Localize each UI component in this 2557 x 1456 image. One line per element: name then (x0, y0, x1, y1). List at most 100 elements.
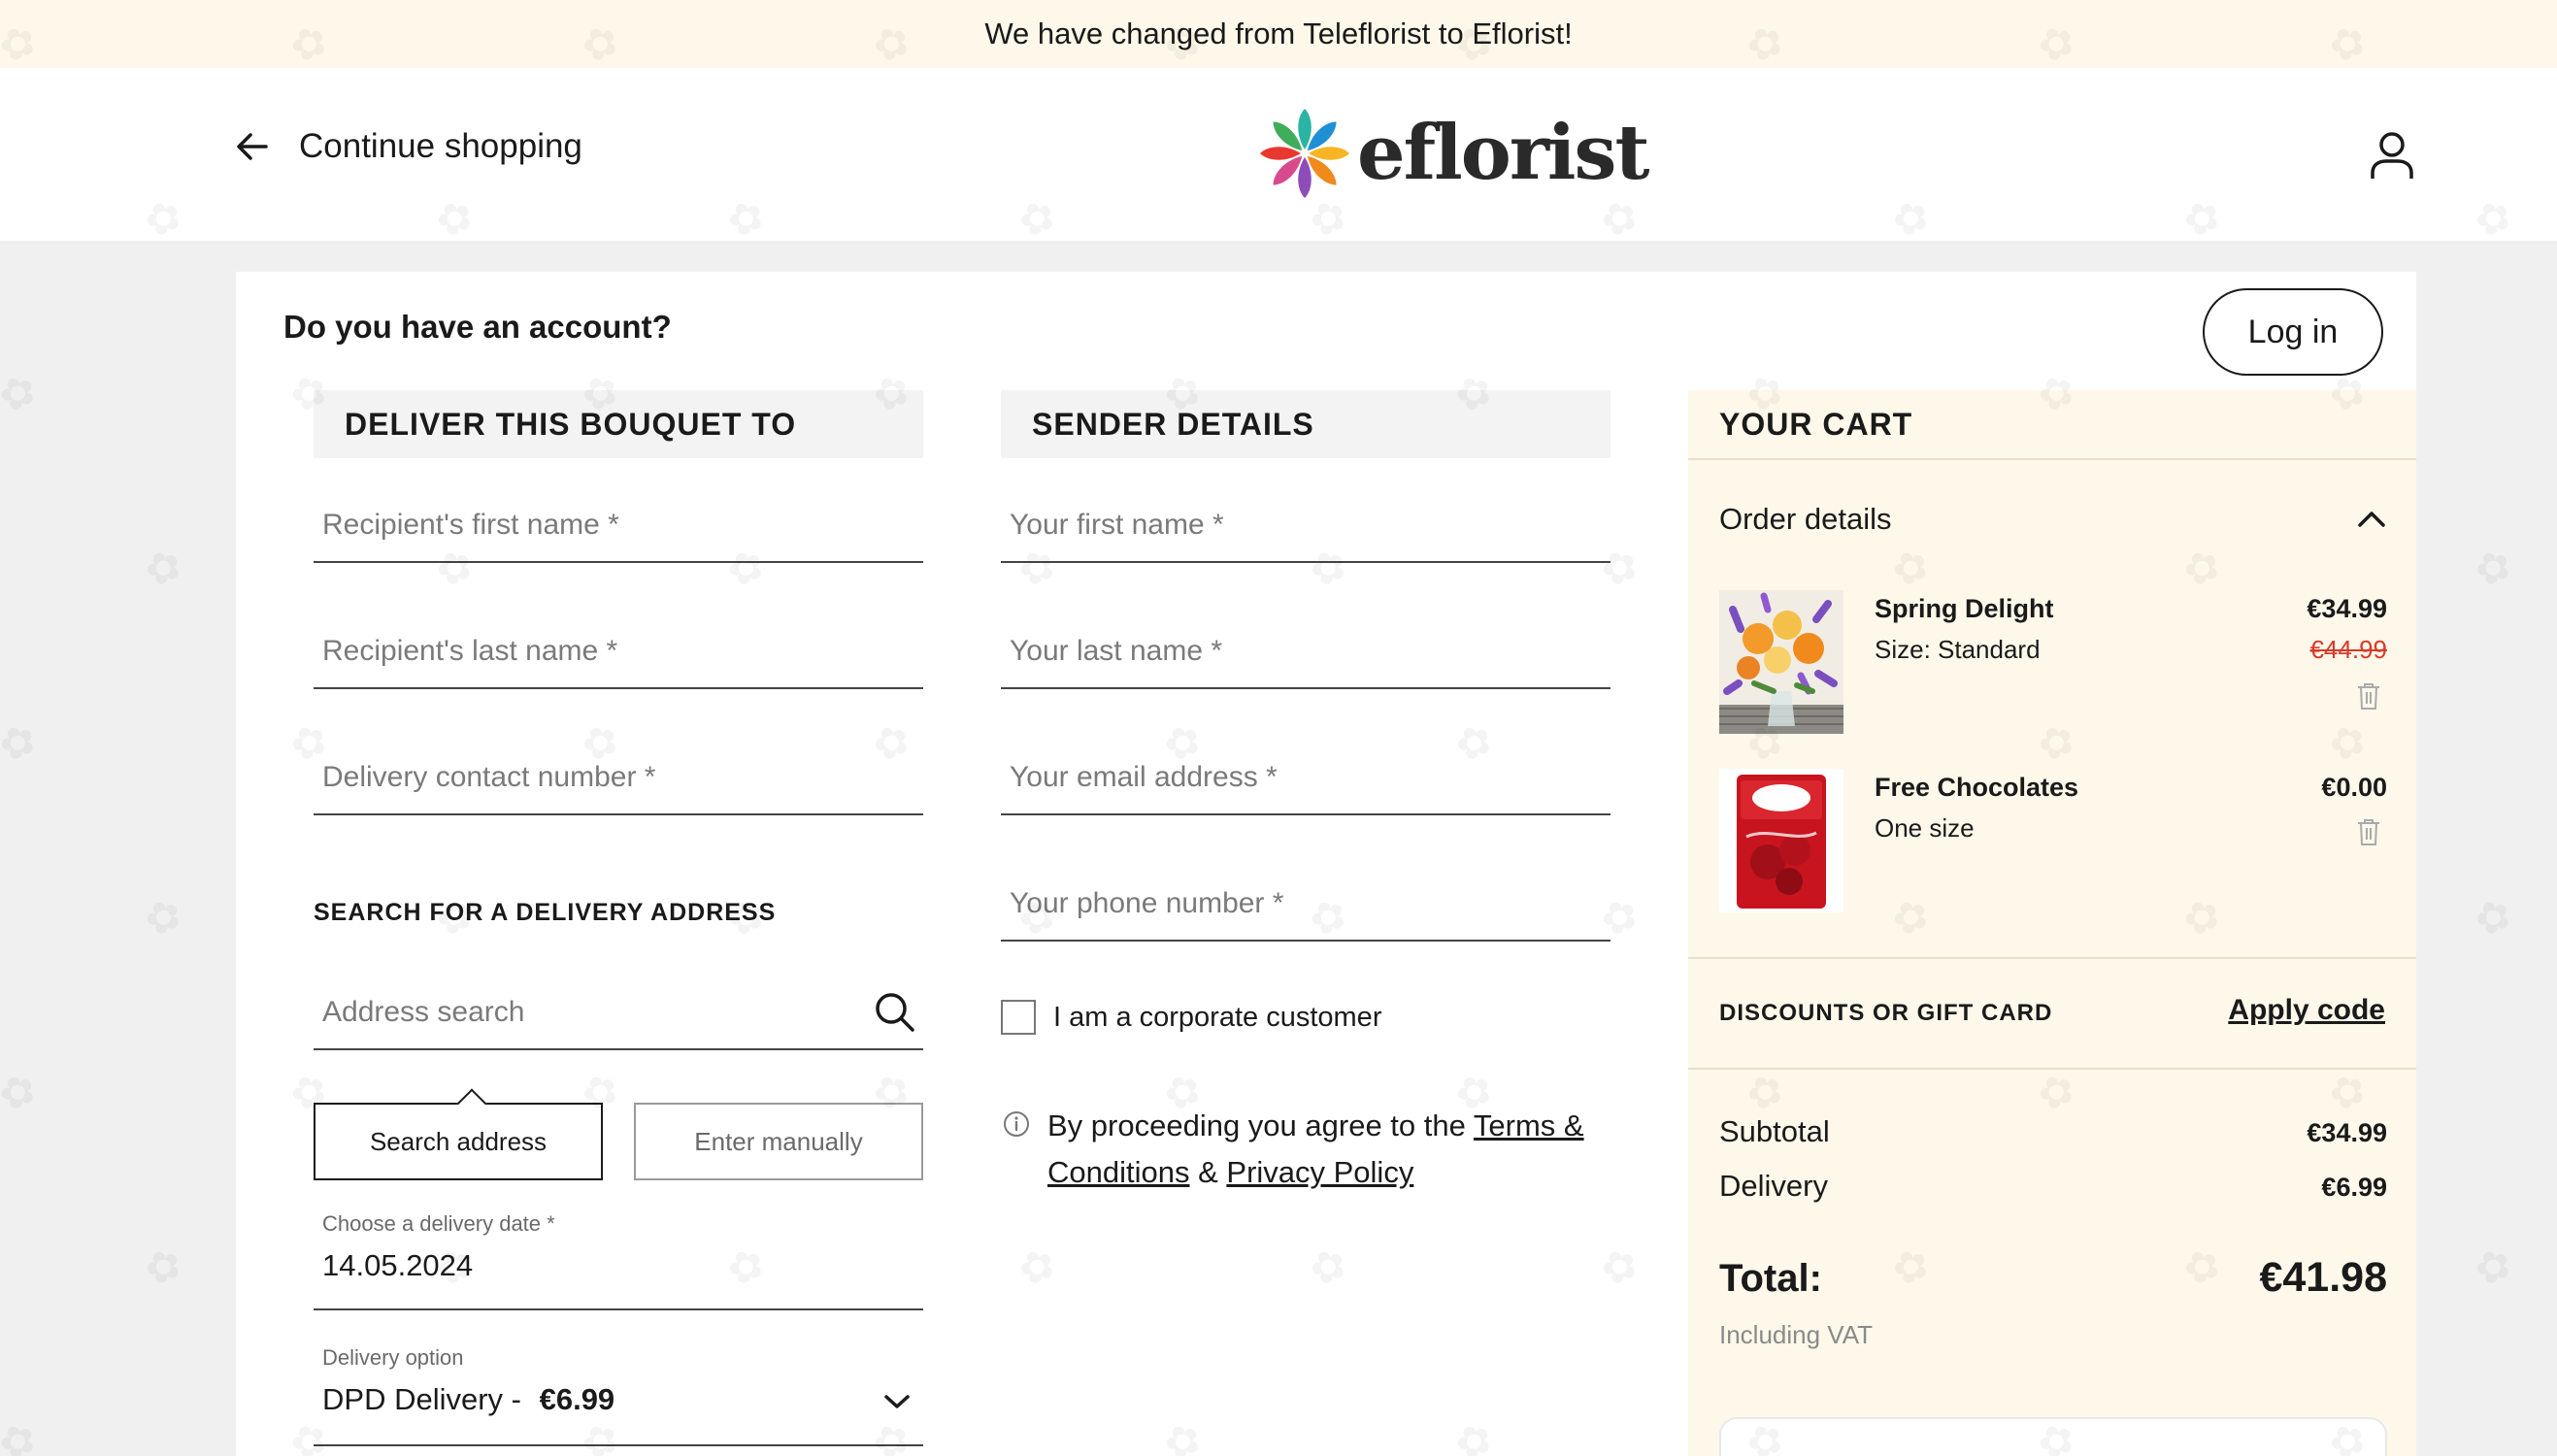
continue-shopping-label: Continue shopping (299, 127, 582, 165)
recipient-last-name-field (314, 602, 923, 689)
delivery-label: Delivery (1719, 1169, 1828, 1203)
search-address-button[interactable]: Search address (314, 1088, 603, 1180)
checkout-card: Do you have an account? Log in DELIVER T… (236, 272, 2416, 1456)
sender-first-name-input[interactable] (1001, 476, 1611, 561)
corporate-checkbox[interactable] (1001, 1000, 1036, 1035)
watermark-mark: ✿ (2467, 539, 2520, 599)
watermark-mark: ✿ (0, 1063, 45, 1123)
order-details-toggle[interactable]: Order details (1719, 497, 2387, 542)
flower-logo-icon (1260, 109, 1349, 198)
watermark-mark: ✿ (2467, 888, 2520, 948)
cart-panel: YOUR CART Order details Spring Delight S… (1688, 390, 2416, 1456)
terms-notice: By proceeding you agree to the Terms & C… (1001, 1103, 1622, 1196)
watermark-mark: ✿ (0, 713, 45, 774)
item-original-price: €44.99 (2309, 635, 2387, 664)
announcement-banner: We have changed from Teleflorist to Eflo… (0, 0, 2557, 68)
item-size: Size: Standard (1875, 635, 2041, 664)
sender-last-name-input[interactable] (1001, 602, 1611, 687)
order-details-label: Order details (1719, 502, 1892, 536)
vat-note: Including VAT (1719, 1320, 1874, 1349)
item-price: €0.00 (2321, 773, 2387, 802)
delivery-option-name: DPD Delivery - (322, 1382, 521, 1416)
user-icon[interactable] (2369, 130, 2415, 181)
item-name: Free Chocolates (1875, 773, 2079, 802)
subtotal-value: €34.99 (2307, 1118, 2387, 1147)
trash-icon[interactable] (2356, 817, 2381, 846)
sender-column: SENDER DETAILS I am a corporate customer… (1001, 390, 1611, 1189)
cart-divider (1688, 957, 2416, 959)
delivery-row: Delivery €6.99 (1719, 1169, 2387, 1204)
delivery-value: €6.99 (2321, 1173, 2387, 1202)
address-mode-toggle: Search address Enter manually (314, 1088, 923, 1180)
cart-item: Spring Delight Size: Standard €34.99 €44… (1719, 590, 2387, 736)
terms-text: By proceeding you agree to the Terms & C… (1047, 1103, 1622, 1196)
site-header: Continue shopping eflorist (0, 68, 2557, 241)
sender-phone-input[interactable] (1001, 854, 1611, 940)
total-label: Total: (1719, 1257, 1822, 1300)
address-search-field (314, 963, 923, 1050)
sender-email-input[interactable] (1001, 728, 1611, 813)
deliver-heading: DELIVER THIS BOUQUET TO (314, 390, 923, 458)
search-address-label: Search address (369, 1126, 548, 1156)
cart-title: YOUR CART (1719, 406, 1913, 442)
watermark-mark: ✿ (0, 1412, 45, 1456)
enter-manually-button[interactable]: Enter manually (634, 1103, 923, 1180)
chevron-up-icon (2358, 512, 2385, 527)
login-button[interactable]: Log in (2203, 288, 2383, 376)
bouquet-image (1719, 590, 1843, 734)
corporate-checkbox-row[interactable]: I am a corporate customer (1001, 1000, 1381, 1035)
delivery-date-field[interactable]: Choose a delivery date * 14.05.2024 (314, 1206, 923, 1310)
total-value: €41.98 (2259, 1254, 2387, 1301)
delivery-contact-input[interactable] (314, 728, 923, 813)
watermark-mark: ✿ (137, 888, 190, 948)
item-name: Spring Delight (1875, 594, 2054, 623)
account-question: Do you have an account? (283, 309, 672, 345)
watermark-mark: ✿ (2467, 1238, 2520, 1298)
item-price: €34.99 (2307, 594, 2387, 623)
delivery-contact-field (314, 728, 923, 815)
payment-box (1719, 1417, 2387, 1456)
continue-shopping-link[interactable]: Continue shopping (233, 124, 582, 169)
sender-heading: SENDER DETAILS (1001, 390, 1611, 458)
item-size: One size (1875, 813, 1975, 843)
discount-label: DISCOUNTS OR GIFT CARD (1719, 1000, 2053, 1026)
arrow-left-icon (237, 133, 268, 160)
recipient-first-name-input[interactable] (314, 476, 923, 561)
delivery-option-value: DPD Delivery - €6.99 (322, 1382, 614, 1417)
chocolates-image (1719, 769, 1843, 912)
subtotal-row: Subtotal €34.99 (1719, 1114, 2387, 1149)
delivery-date-value: 14.05.2024 (322, 1248, 474, 1282)
logo-wordmark: eflorist (1357, 109, 1650, 197)
cart-divider (1688, 458, 2416, 460)
watermark-mark: ✿ (137, 1238, 190, 1298)
privacy-link[interactable]: Privacy Policy (1226, 1155, 1413, 1189)
address-heading: SEARCH FOR A DELIVERY ADDRESS (314, 899, 777, 926)
banner-text: We have changed from Teleflorist to Eflo… (984, 17, 1573, 50)
terms-prefix: By proceeding you agree to the (1047, 1109, 1474, 1142)
recipient-first-name-field (314, 476, 923, 563)
watermark-mark: ✿ (0, 364, 45, 424)
delivery-option-select[interactable]: Delivery option DPD Delivery - €6.99 (314, 1341, 923, 1446)
sender-first-name-field (1001, 476, 1611, 563)
watermark-mark: ✿ (137, 539, 190, 599)
sender-phone-field (1001, 854, 1611, 942)
delivery-date-label: Choose a delivery date * (322, 1211, 555, 1236)
recipient-last-name-input[interactable] (314, 602, 923, 687)
delivery-option-price: €6.99 (539, 1382, 615, 1416)
trash-icon[interactable] (2356, 681, 2381, 711)
delivery-option-label: Delivery option (322, 1345, 464, 1370)
corporate-label: I am a corporate customer (1053, 1001, 1382, 1033)
address-search-input[interactable] (314, 963, 923, 1048)
sender-email-field (1001, 728, 1611, 815)
chevron-down-icon (884, 1395, 910, 1408)
active-caret (456, 1088, 487, 1119)
terms-and: & (1189, 1155, 1227, 1189)
info-icon (1004, 1111, 1029, 1137)
subtotal-label: Subtotal (1719, 1114, 1830, 1148)
search-icon[interactable] (873, 990, 915, 1033)
cart-divider (1688, 1068, 2416, 1070)
cart-item: Free Chocolates One size €0.00 (1719, 769, 2387, 914)
apply-code-link[interactable]: Apply code (2228, 994, 2385, 1027)
sender-last-name-field (1001, 602, 1611, 689)
eflorist-logo[interactable]: eflorist (1254, 105, 1650, 202)
